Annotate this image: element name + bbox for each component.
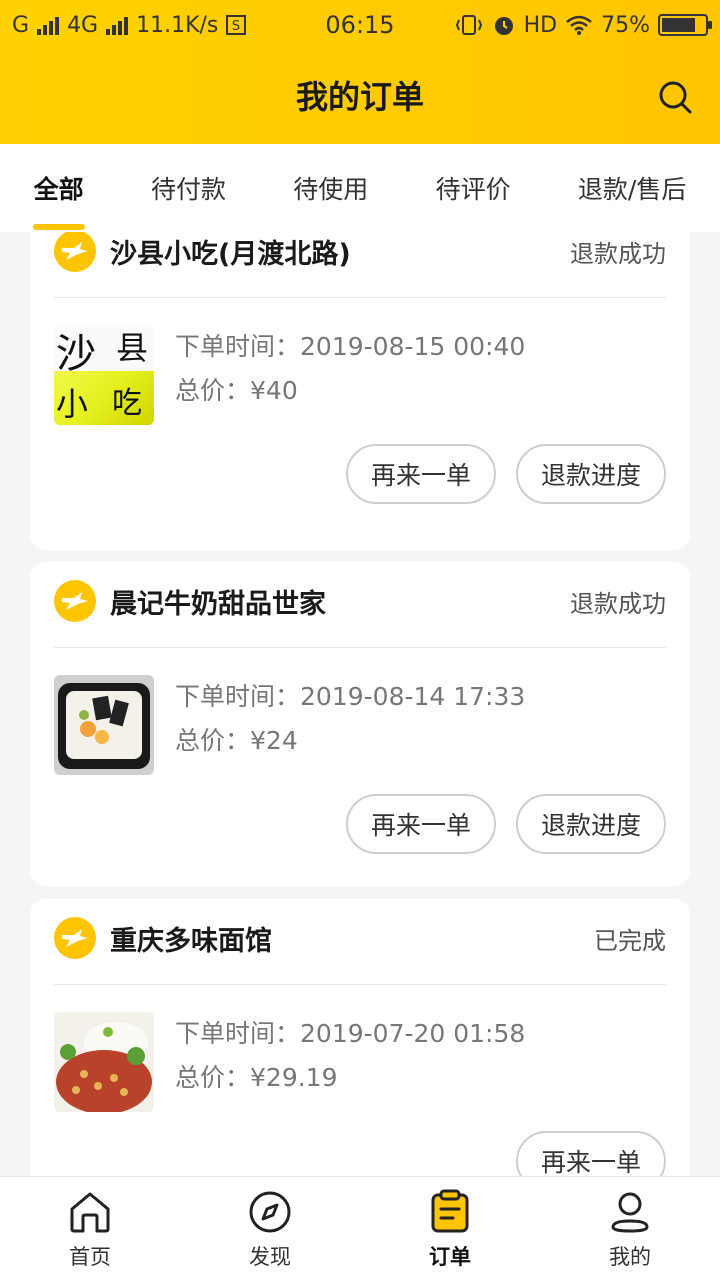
page-title: 我的订单 [295,78,424,116]
order-time-label: 下单时间： [175,332,301,361]
nav-orders[interactable]: 订单 [360,1177,540,1280]
order-status: 退款成功 [570,589,666,618]
reorder-button[interactable]: 再来一单 [346,444,496,504]
shop-name[interactable]: 晨记牛奶甜品世家 [110,582,570,621]
alarm-icon [494,17,513,35]
order-time-label: 下单时间： [175,682,301,711]
wifi-icon [566,15,592,35]
thumb-char: 县 [116,329,148,367]
svg-text:S: S [232,19,240,34]
tab-pending-payment[interactable]: 待付款 [147,144,230,232]
order-status: 退款成功 [570,239,666,268]
header-bar: G 4G 11.1K/s S 06:15 HD 75% 我的订单 [0,0,720,144]
thumb-char: 沙 [56,331,96,377]
hd-label: HD [523,12,558,38]
shop-name[interactable]: 沙县小吃(月渡北路) [110,232,570,271]
search-icon[interactable] [655,77,695,117]
nav-label: 我的 [609,1245,651,1269]
refund-progress-button[interactable]: 退款进度 [516,444,666,504]
reorder-button[interactable]: 再来一单 [346,794,496,854]
home-icon [70,1192,110,1233]
network-speed: 11.1K/s [136,12,219,38]
order-status: 已完成 [594,926,666,955]
order-info: 下单时间：2019-08-14 17:33 总价：¥24 [175,675,525,763]
network-type-label: 4G [67,12,99,38]
order-tabs: 全部 待付款 待使用 待评价 退款/售后 [0,144,720,232]
signal-icon-2 [106,15,129,35]
battery-percent: 75% [601,12,650,38]
order-icon [431,1189,469,1233]
shop-icon [54,232,96,272]
tab-pending-review[interactable]: 待评价 [432,144,515,232]
food-thumbnail [54,675,154,775]
price-label: 总价： [175,1063,251,1092]
compass-icon [249,1191,291,1233]
nav-label: 首页 [69,1245,111,1269]
divider [54,647,666,648]
order-price: ¥24 [250,726,298,755]
refund-progress-button[interactable]: 退款进度 [516,794,666,854]
price-label: 总价： [175,376,251,405]
divider [54,984,666,985]
order-info: 下单时间：2019-07-20 01:58 总价：¥29.19 [175,1012,525,1100]
order-card[interactable]: 晨记牛奶甜品世家 退款成功 下单时间：2019-08-14 17:33 总价：¥… [30,562,690,886]
food-thumbnail [54,1012,154,1112]
app-notification-icon: S [226,15,247,35]
battery-icon [658,14,712,36]
user-icon [611,1192,649,1233]
order-list[interactable]: 沙县小吃(月渡北路) 退款成功 沙 县 小 吃 下单时间：2019-08-15 … [0,232,720,1176]
food-thumbnail: 沙 县 小 吃 [54,325,154,425]
nav-profile[interactable]: 我的 [540,1177,720,1280]
shop-icon [54,580,96,622]
order-time-label: 下单时间： [175,1019,301,1048]
network-label: G [12,12,30,38]
nav-discover[interactable]: 发现 [180,1177,360,1280]
order-card[interactable]: 沙县小吃(月渡北路) 退款成功 沙 县 小 吃 下单时间：2019-08-15 … [30,232,690,550]
order-price: ¥29.19 [250,1063,338,1092]
thumb-char: 小 [56,385,88,423]
thumb-char: 吃 [112,386,142,421]
order-card[interactable]: 重庆多味面馆 已完成 下单时间：2019-07-20 01:58 总价：¥29.… [30,899,690,1176]
vibrate-icon [455,15,482,35]
tab-pending-use[interactable]: 待使用 [289,144,372,232]
shop-name[interactable]: 重庆多味面馆 [110,919,594,958]
tab-refund[interactable]: 退款/售后 [574,144,690,232]
nav-label: 发现 [249,1245,291,1269]
status-bar: G 4G 11.1K/s S 06:15 HD 75% [0,0,720,50]
order-time: 2019-08-15 00:40 [300,332,526,361]
nav-label: 订单 [429,1245,471,1269]
nav-home[interactable]: 首页 [0,1177,180,1280]
shop-icon [54,917,96,959]
reorder-button[interactable]: 再来一单 [516,1131,666,1176]
order-price: ¥40 [250,376,298,405]
order-time: 2019-08-14 17:33 [300,682,526,711]
order-time: 2019-07-20 01:58 [300,1019,526,1048]
divider [54,297,666,298]
tab-all[interactable]: 全部 [30,144,88,232]
price-label: 总价： [175,726,251,755]
bottom-nav: 首页 发现 订单 我的 [0,1176,720,1280]
signal-icon [37,15,60,35]
order-info: 下单时间：2019-08-15 00:40 总价：¥40 [175,325,525,413]
